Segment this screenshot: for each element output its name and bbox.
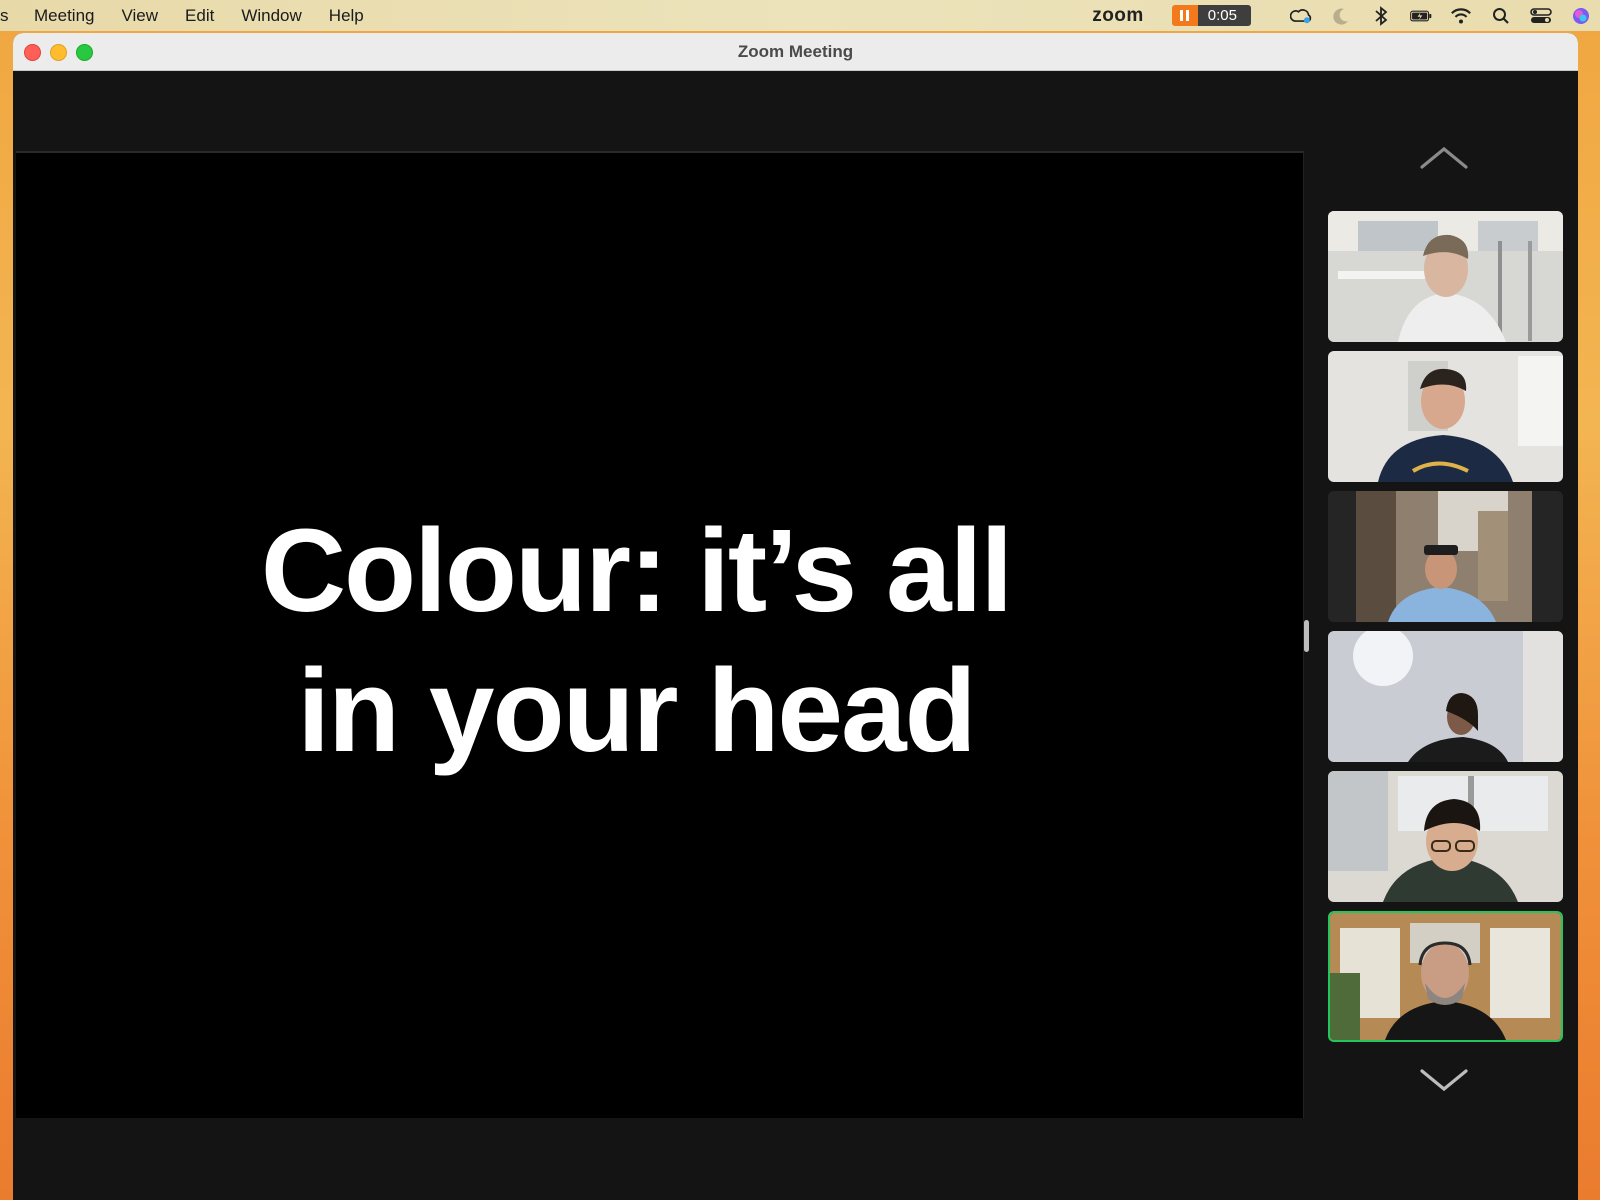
creative-cloud-icon[interactable] (1290, 5, 1312, 27)
pause-icon[interactable] (1171, 5, 1198, 26)
app-menu-partial[interactable]: s (0, 6, 8, 26)
battery-icon[interactable] (1410, 5, 1432, 27)
participant-4-video (1328, 631, 1563, 762)
menu-view[interactable]: View (121, 6, 158, 26)
recording-time: 0:05 (1197, 5, 1251, 26)
moon-icon[interactable] (1330, 5, 1352, 27)
participant-1-video (1328, 211, 1563, 342)
siri-icon[interactable] (1570, 5, 1592, 27)
zoom-status-item[interactable]: zoom (1092, 5, 1144, 27)
menu-meeting[interactable]: Meeting (34, 6, 94, 26)
menubar: s Meeting View Edit Window Help zoom 0:0… (0, 0, 1600, 31)
menu-list: Meeting View Edit Window Help (34, 6, 391, 26)
participant-2-video (1328, 351, 1563, 482)
participant-3-video (1328, 491, 1563, 622)
menu-window[interactable]: Window (241, 6, 301, 26)
panel-resize-handle[interactable] (1304, 620, 1309, 652)
shared-screen[interactable]: Colour: it’s all in your head (16, 151, 1304, 1118)
video-tile-participant-1[interactable] (1328, 211, 1563, 342)
slide-title-line-2: in your head (297, 645, 977, 777)
title-bar[interactable]: Zoom Meeting (13, 33, 1578, 71)
video-tile-participant-4[interactable] (1328, 631, 1563, 762)
video-tile-participant-3[interactable] (1328, 491, 1563, 622)
participant-5-video (1328, 771, 1563, 902)
chevron-down-icon[interactable] (1420, 1067, 1468, 1095)
menu-help[interactable]: Help (329, 6, 364, 26)
recording-indicator[interactable]: 0:05 (1171, 5, 1251, 26)
video-tile-participant-2[interactable] (1328, 351, 1563, 482)
wifi-icon[interactable] (1450, 5, 1472, 27)
search-icon[interactable] (1490, 5, 1512, 27)
video-tile-participant-5[interactable] (1328, 771, 1563, 902)
participant-6-video (1330, 913, 1561, 1040)
window-title: Zoom Meeting (737, 42, 854, 61)
slide-title-line-1: Colour: it’s all (260, 505, 1013, 637)
control-center-icon[interactable] (1530, 5, 1552, 27)
bluetooth-icon[interactable] (1370, 5, 1392, 27)
slide-title: Colour: it’s all in your head (206, 501, 1066, 781)
zoom-window: Zoom Meeting Colour: it’s all in your he… (13, 33, 1578, 1200)
status-area: zoom 0:05 (1092, 0, 1592, 31)
menu-edit[interactable]: Edit (185, 6, 214, 26)
chevron-up-icon[interactable] (1420, 143, 1468, 171)
video-tile-participant-6-active-speaker[interactable] (1328, 911, 1563, 1042)
